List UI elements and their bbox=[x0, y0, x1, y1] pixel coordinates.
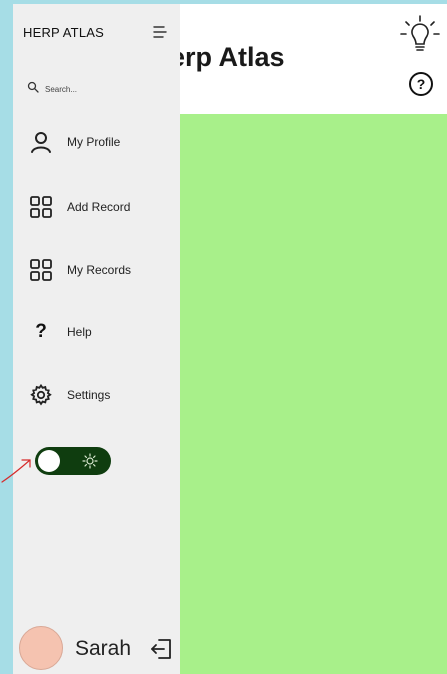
user-bar: Sarah bbox=[19, 626, 179, 672]
logout-icon[interactable] bbox=[149, 636, 175, 662]
user-icon bbox=[27, 128, 55, 156]
page-title: erp Atlas bbox=[170, 42, 285, 72]
sidebar-item-label: Add Record bbox=[67, 200, 131, 214]
app-window: erp Atlas ? HERP ATLAS Search... My Prof… bbox=[13, 4, 447, 674]
search-input[interactable]: Search... bbox=[27, 76, 147, 102]
avatar[interactable] bbox=[19, 626, 63, 670]
sidebar-item-help[interactable]: ? Help bbox=[27, 314, 173, 350]
sun-icon bbox=[82, 453, 98, 469]
theme-toggle[interactable] bbox=[35, 447, 111, 475]
grid-icon bbox=[27, 256, 55, 284]
sidebar: HERP ATLAS Search... My Profile Add Reco… bbox=[13, 4, 180, 674]
main-content-area bbox=[180, 114, 447, 674]
grid-icon bbox=[27, 193, 55, 221]
search-placeholder: Search... bbox=[45, 84, 78, 94]
menu-lines-icon[interactable] bbox=[151, 23, 169, 41]
sidebar-item-my-records[interactable]: My Records bbox=[27, 252, 173, 288]
sidebar-item-label: Settings bbox=[67, 388, 111, 402]
lightbulb-icon[interactable] bbox=[398, 14, 442, 62]
question-mark-glyph: ? bbox=[35, 321, 47, 342]
sidebar-item-add-record[interactable]: Add Record bbox=[27, 189, 173, 225]
toggle-knob bbox=[38, 450, 60, 472]
sidebar-brand: HERP ATLAS bbox=[23, 25, 104, 40]
sidebar-item-label: My Profile bbox=[67, 135, 121, 149]
help-circle-icon[interactable]: ? bbox=[407, 70, 435, 98]
sidebar-item-my-profile[interactable]: My Profile bbox=[27, 124, 173, 160]
sidebar-item-label: Help bbox=[67, 325, 92, 339]
sidebar-item-settings[interactable]: Settings bbox=[27, 377, 173, 413]
question-mark-icon: ? bbox=[27, 318, 55, 346]
user-name: Sarah bbox=[75, 637, 132, 660]
annotation-arrow bbox=[0, 452, 36, 492]
search-icon bbox=[27, 80, 39, 98]
svg-text:?: ? bbox=[417, 76, 426, 92]
sidebar-item-label: My Records bbox=[67, 263, 132, 277]
gear-icon bbox=[27, 381, 55, 409]
